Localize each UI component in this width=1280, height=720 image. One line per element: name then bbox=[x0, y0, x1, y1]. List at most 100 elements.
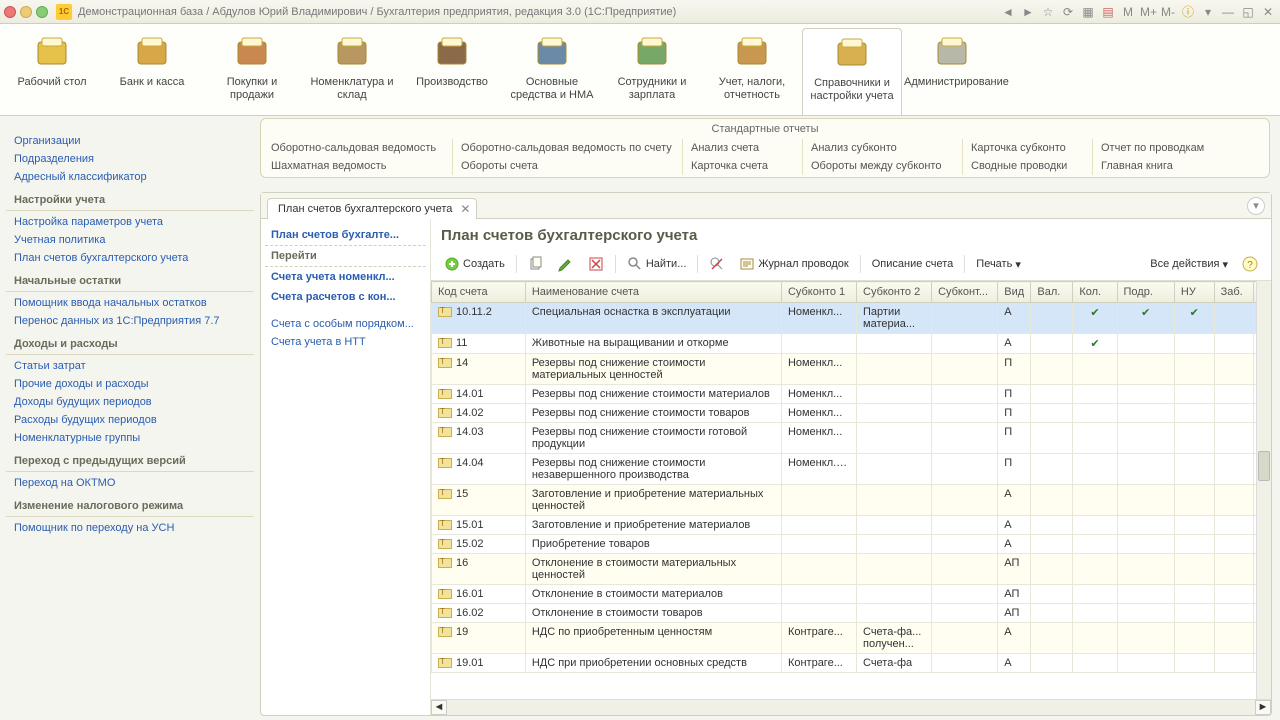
report-link[interactable]: Обороты счета bbox=[453, 157, 683, 175]
table-row[interactable]: 19НДС по приобретенным ценностямКонтраге… bbox=[432, 623, 1271, 654]
nav-link[interactable]: Подразделения bbox=[6, 150, 254, 168]
section-4[interactable]: Производство bbox=[402, 28, 502, 115]
nav-link[interactable]: Номенклатурные группы bbox=[6, 429, 254, 447]
all-actions-button[interactable]: Все действия▾ bbox=[1145, 256, 1233, 273]
table-row[interactable]: 14.02Резервы под снижение стоимости това… bbox=[432, 404, 1271, 423]
report-link[interactable]: Оборотно-сальдовая ведомость bbox=[263, 139, 453, 157]
section-6[interactable]: Сотрудники и зарплата bbox=[602, 28, 702, 115]
nav-link[interactable]: Переход на ОКТМО bbox=[6, 474, 254, 492]
print-button[interactable]: Печать▾ bbox=[971, 256, 1026, 273]
column-header[interactable]: Код счета bbox=[432, 282, 526, 303]
table-row[interactable]: 16.02Отклонение в стоимости товаровАП bbox=[432, 604, 1271, 623]
tab-close-icon[interactable]: ✕ bbox=[460, 202, 470, 216]
report-link[interactable]: Шахматная ведомость bbox=[263, 157, 453, 175]
column-header[interactable]: Субконто 2 bbox=[857, 282, 932, 303]
info-icon[interactable]: ⓘ bbox=[1180, 4, 1196, 20]
report-link[interactable]: Анализ счета bbox=[683, 139, 803, 157]
column-header[interactable]: Заб. bbox=[1214, 282, 1254, 303]
inner-nav-sublink[interactable]: Счета учета в НТТ bbox=[265, 333, 426, 351]
mplus-icon[interactable]: M+ bbox=[1140, 4, 1156, 20]
inner-nav-sublink[interactable]: Счета с особым порядком... bbox=[265, 315, 426, 333]
section-1[interactable]: Банк и касса bbox=[102, 28, 202, 115]
nav-link[interactable]: Настройка параметров учета bbox=[6, 213, 254, 231]
nav-fwd-icon[interactable]: ► bbox=[1020, 4, 1036, 20]
section-0[interactable]: Рабочий стол bbox=[2, 28, 102, 115]
report-link[interactable]: Отчет по проводкам bbox=[1093, 139, 1233, 157]
nav-link[interactable]: Помощник ввода начальных остатков bbox=[6, 294, 254, 312]
nav-link[interactable]: Доходы будущих периодов bbox=[6, 393, 254, 411]
nav-link[interactable]: Расходы будущих периодов bbox=[6, 411, 254, 429]
report-link[interactable]: Оборотно-сальдовая ведомость по счету bbox=[453, 139, 683, 157]
nav-link[interactable]: Учетная политика bbox=[6, 231, 254, 249]
journal-button[interactable]: Журнал проводок bbox=[734, 254, 853, 274]
column-header[interactable]: Наименование счета bbox=[525, 282, 781, 303]
calendar-icon[interactable]: ▤ bbox=[1100, 4, 1116, 20]
help-button[interactable]: ? bbox=[1237, 254, 1263, 274]
column-header[interactable]: Подр. bbox=[1117, 282, 1174, 303]
nav-link[interactable]: Прочие доходы и расходы bbox=[6, 375, 254, 393]
edit-button[interactable] bbox=[553, 254, 579, 274]
favorite-icon[interactable]: ☆ bbox=[1040, 4, 1056, 20]
win-close-icon[interactable]: ✕ bbox=[1260, 4, 1276, 20]
report-link[interactable]: Обороты между субконто bbox=[803, 157, 963, 175]
report-link[interactable]: Карточка счета bbox=[683, 157, 803, 175]
horizontal-scrollbar[interactable]: ◄ ► bbox=[431, 699, 1271, 715]
nav-link[interactable]: План счетов бухгалтерского учета bbox=[6, 249, 254, 267]
table-row[interactable]: 15.02Приобретение товаровА bbox=[432, 535, 1271, 554]
accounts-table[interactable]: Код счетаНаименование счетаСубконто 1Суб… bbox=[431, 281, 1271, 673]
win-minimize-icon[interactable]: — bbox=[1220, 4, 1236, 20]
section-8[interactable]: Справочники и настройки учета bbox=[802, 28, 902, 115]
column-header[interactable]: Вал. bbox=[1031, 282, 1073, 303]
inner-nav-link[interactable]: Счета расчетов с кон... bbox=[265, 287, 426, 307]
table-row[interactable]: 14.03Резервы под снижение стоимости гото… bbox=[432, 423, 1271, 454]
create-button[interactable]: Создать bbox=[439, 254, 510, 274]
report-link[interactable]: Сводные проводки bbox=[963, 157, 1093, 175]
dropdown-icon[interactable]: ▾ bbox=[1200, 4, 1216, 20]
table-row[interactable]: 14.01Резервы под снижение стоимости мате… bbox=[432, 385, 1271, 404]
table-row[interactable]: 15.01Заготовление и приобретение материа… bbox=[432, 516, 1271, 535]
delete-button[interactable] bbox=[583, 254, 609, 274]
calc-icon[interactable]: ▦ bbox=[1080, 4, 1096, 20]
scroll-left-icon[interactable]: ◄ bbox=[431, 700, 447, 715]
win-restore-icon[interactable]: ◱ bbox=[1240, 4, 1256, 20]
section-2[interactable]: Покупки и продажи bbox=[202, 28, 302, 115]
section-9[interactable]: Администрирование bbox=[902, 28, 1002, 115]
scroll-right-icon[interactable]: ► bbox=[1255, 700, 1271, 715]
table-row[interactable]: 14.04Резервы под снижение стоимости неза… bbox=[432, 454, 1271, 485]
inner-nav-head[interactable]: План счетов бухгалте... bbox=[265, 225, 426, 246]
report-link[interactable]: Карточка субконто bbox=[963, 139, 1093, 157]
close-dot[interactable] bbox=[4, 6, 16, 18]
section-7[interactable]: Учет, налоги, отчетность bbox=[702, 28, 802, 115]
table-row[interactable]: 19.01НДС при приобретении основных средс… bbox=[432, 654, 1271, 673]
column-header[interactable]: Субконт... bbox=[932, 282, 998, 303]
table-row[interactable]: 10.11.2Специальная оснастка в эксплуатац… bbox=[432, 303, 1271, 334]
table-row[interactable]: 15Заготовление и приобретение материальн… bbox=[432, 485, 1271, 516]
column-header[interactable]: НУ bbox=[1174, 282, 1214, 303]
cancel-search-button[interactable] bbox=[704, 254, 730, 274]
report-link[interactable]: Главная книга bbox=[1093, 157, 1233, 175]
tab-plan-schetov[interactable]: План счетов бухгалтерского учета ✕ bbox=[267, 198, 477, 219]
vertical-scrollbar[interactable] bbox=[1256, 281, 1271, 699]
zoom-dot[interactable] bbox=[36, 6, 48, 18]
m-icon[interactable]: M bbox=[1120, 4, 1136, 20]
nav-link[interactable]: Помощник по переходу на УСН bbox=[6, 519, 254, 537]
column-header[interactable]: Вид bbox=[998, 282, 1031, 303]
desc-button[interactable]: Описание счета bbox=[867, 256, 959, 272]
expand-icon[interactable]: ▾ bbox=[1247, 197, 1265, 215]
column-header[interactable]: Субконто 1 bbox=[781, 282, 856, 303]
table-row[interactable]: 16Отклонение в стоимости материальных це… bbox=[432, 554, 1271, 585]
nav-link[interactable]: Перенос данных из 1С:Предприятия 7.7 bbox=[6, 312, 254, 330]
table-row[interactable]: 14Резервы под снижение стоимости материа… bbox=[432, 354, 1271, 385]
column-header[interactable]: Кол. bbox=[1073, 282, 1117, 303]
copy-button[interactable] bbox=[523, 254, 549, 274]
mminus-icon[interactable]: M- bbox=[1160, 4, 1176, 20]
nav-link[interactable]: Адресный классификатор bbox=[6, 168, 254, 186]
table-row[interactable]: 11Животные на выращивании и откормеА✔ bbox=[432, 334, 1271, 354]
section-5[interactable]: Основные средства и НМА bbox=[502, 28, 602, 115]
minimize-dot[interactable] bbox=[20, 6, 32, 18]
nav-link[interactable]: Статьи затрат bbox=[6, 357, 254, 375]
history-icon[interactable]: ⟳ bbox=[1060, 4, 1076, 20]
section-3[interactable]: Номенклатура и склад bbox=[302, 28, 402, 115]
nav-back-icon[interactable]: ◄ bbox=[1000, 4, 1016, 20]
table-row[interactable]: 16.01Отклонение в стоимости материаловАП bbox=[432, 585, 1271, 604]
